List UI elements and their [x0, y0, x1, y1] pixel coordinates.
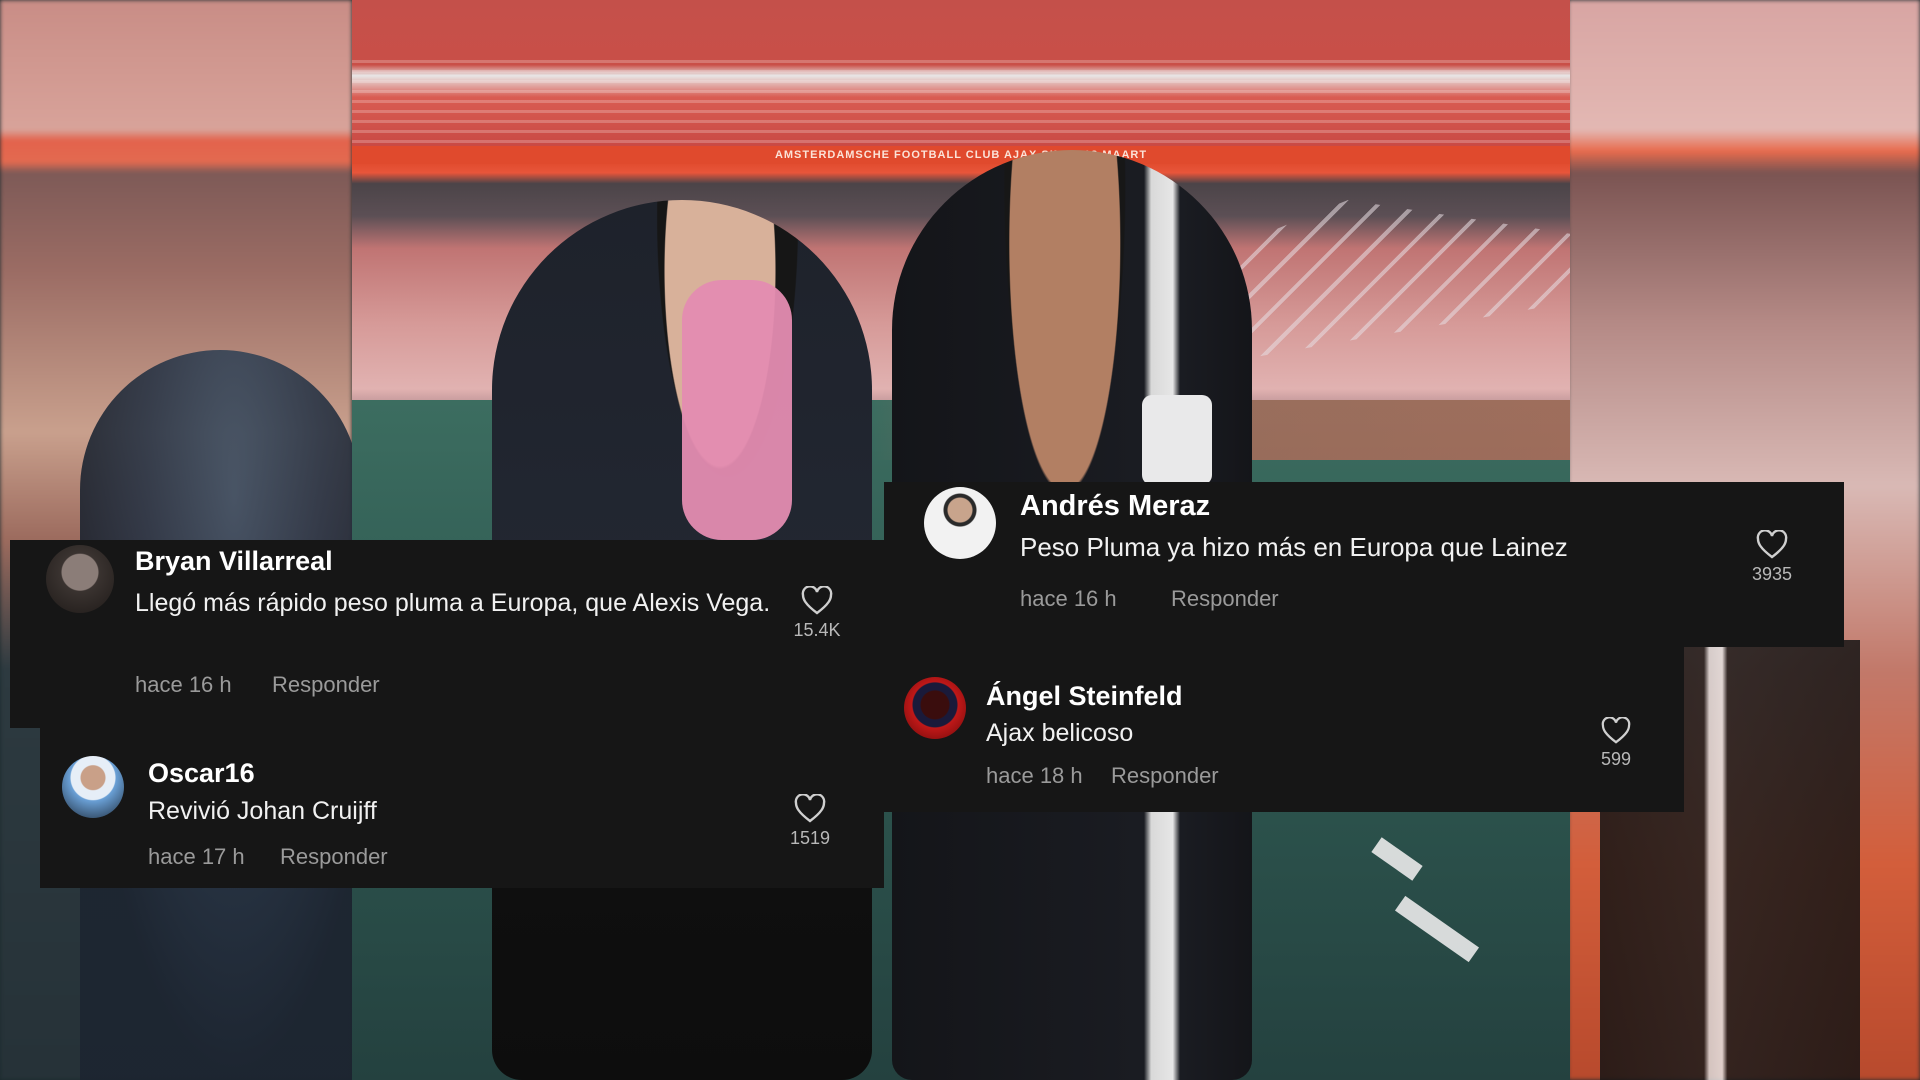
comment-text: Llegó más rápido peso pluma a Europa, qu… — [135, 589, 771, 617]
heart-outline-icon — [801, 586, 833, 615]
comment-timestamp: hace 16 h — [1020, 586, 1117, 611]
avatar[interactable] — [924, 487, 996, 559]
comment-timestamp: hace 18 h — [986, 763, 1083, 788]
reply-button[interactable]: Responder — [280, 844, 388, 870]
person-left-hoodie — [682, 280, 792, 540]
like-count: 1519 — [789, 828, 831, 848]
comment-card: Andrés Meraz Peso Pluma ya hizo más en E… — [884, 482, 1844, 647]
comment-text: Peso Pluma ya hizo más en Europa que Lai… — [1020, 532, 1568, 562]
comment-timestamp: hace 16 h — [135, 672, 232, 697]
comment-username[interactable]: Andrés Meraz — [1020, 490, 1210, 523]
like-button[interactable]: 15.4K — [777, 586, 857, 641]
reply-button[interactable]: Responder — [272, 672, 380, 698]
like-count: 599 — [1600, 749, 1632, 769]
reply-button[interactable]: Responder — [1171, 586, 1279, 612]
heart-outline-icon — [1756, 530, 1788, 559]
comment-card: Oscar16 Revivió Johan Cruijff hace 17 h … — [40, 728, 884, 888]
comment-card: Ángel Steinfeld Ajax belicoso hace 18 h … — [884, 647, 1684, 812]
stadium-stands — [352, 60, 1570, 150]
comment-text: Revivió Johan Cruijff — [148, 797, 377, 825]
like-count: 3935 — [1751, 564, 1793, 584]
reply-button[interactable]: Responder — [1111, 763, 1219, 789]
like-button[interactable]: 3935 — [1732, 530, 1812, 585]
like-button[interactable]: 1519 — [770, 794, 850, 849]
heart-outline-icon — [1601, 717, 1631, 744]
comment-username[interactable]: Oscar16 — [148, 758, 255, 789]
person-right-shirt — [1142, 395, 1212, 485]
like-count: 15.4K — [793, 620, 841, 640]
stadium-banner: AMSTERDAMSCHE FOOTBALL CLUB AJAX SINDS 1… — [352, 146, 1570, 164]
avatar[interactable] — [62, 756, 124, 818]
heart-outline-icon — [794, 794, 826, 823]
avatar[interactable] — [46, 545, 114, 613]
comment-text: Ajax belicoso — [986, 719, 1134, 747]
like-button[interactable]: 599 — [1576, 717, 1656, 770]
comment-username[interactable]: Bryan Villarreal — [135, 546, 333, 577]
comment-timestamp: hace 17 h — [148, 844, 245, 869]
avatar[interactable] — [904, 677, 966, 739]
comment-username[interactable]: Ángel Steinfeld — [986, 681, 1183, 712]
comment-card: Bryan Villarreal Llegó más rápido peso p… — [10, 540, 884, 728]
